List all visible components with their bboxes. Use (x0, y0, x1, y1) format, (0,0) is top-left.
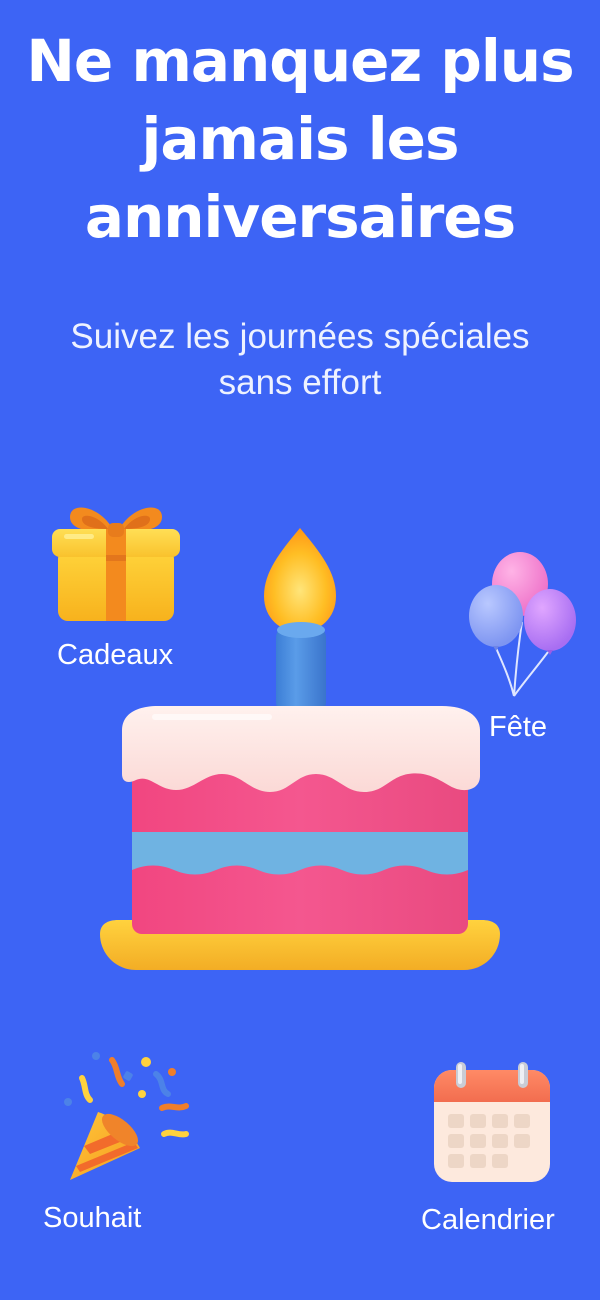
title-line-3: anniversaires (84, 183, 516, 251)
calendar-icon (430, 1060, 554, 1184)
wish-label: Souhait (43, 1202, 142, 1234)
subtitle-line-1: Suivez les journées spéciales (70, 317, 530, 356)
calendar-label: Calendrier (421, 1204, 555, 1236)
title-line-1: Ne manquez plus (26, 27, 574, 95)
birthday-cake-icon (94, 524, 506, 972)
party-popper-icon (60, 1050, 196, 1190)
title-line-2: jamais les (141, 105, 460, 173)
page-subtitle: Suivez les journées spéciales sans effor… (40, 314, 560, 406)
page-title: Ne manquez plus jamais les anniversaires (0, 22, 600, 256)
subtitle-line-2: sans effort (218, 363, 382, 402)
